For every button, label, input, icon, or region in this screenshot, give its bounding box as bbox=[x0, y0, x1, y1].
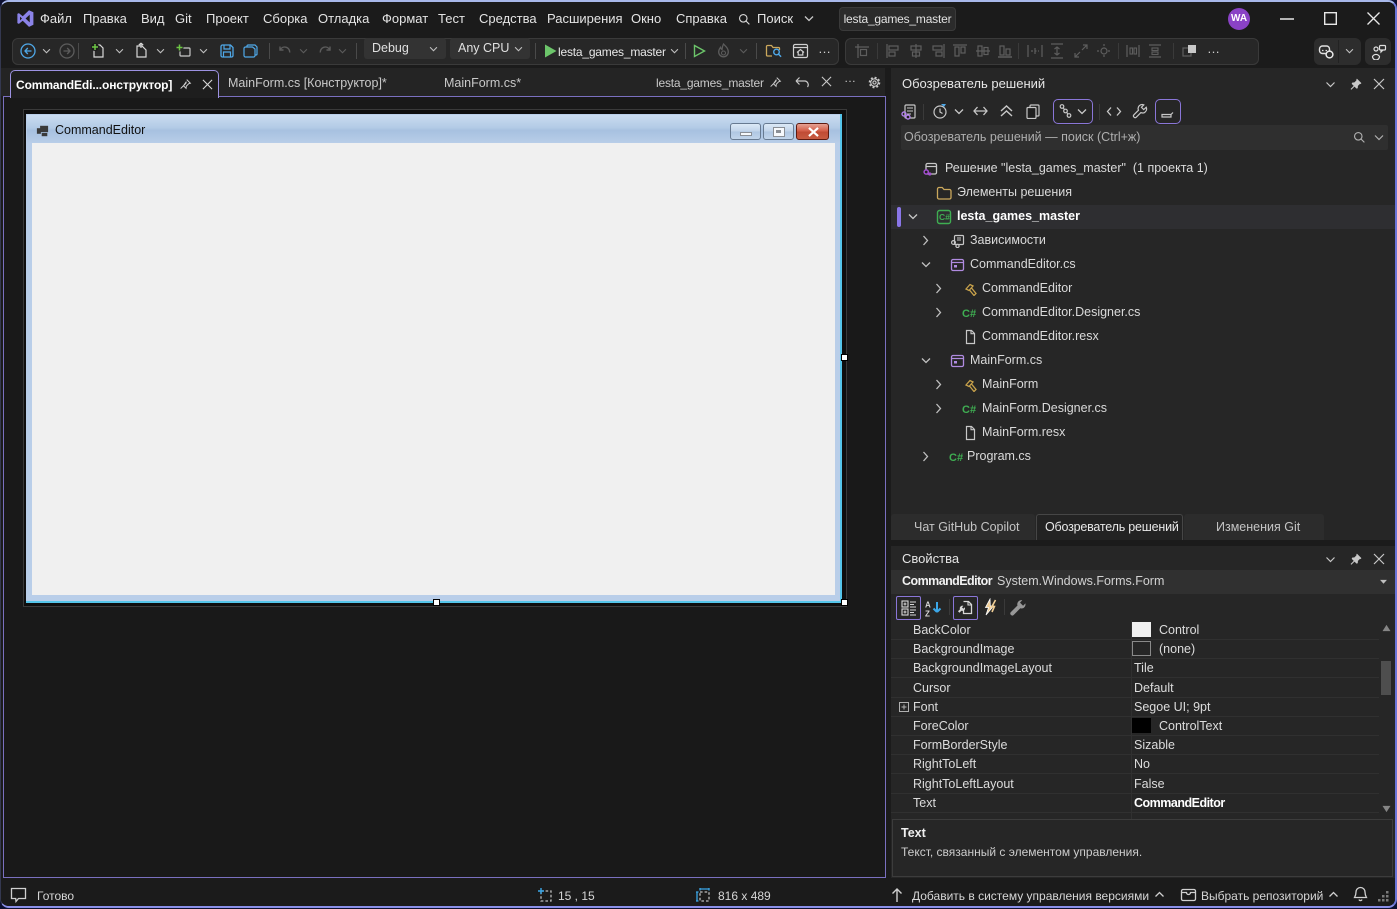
svg-text:Z: Z bbox=[925, 610, 930, 618]
svg-text:C#: C# bbox=[939, 212, 950, 222]
svg-text:A: A bbox=[925, 601, 931, 610]
svg-text:C#: C# bbox=[962, 404, 976, 416]
svg-text:C#: C# bbox=[962, 308, 976, 320]
svg-text:C#: C# bbox=[949, 452, 963, 464]
